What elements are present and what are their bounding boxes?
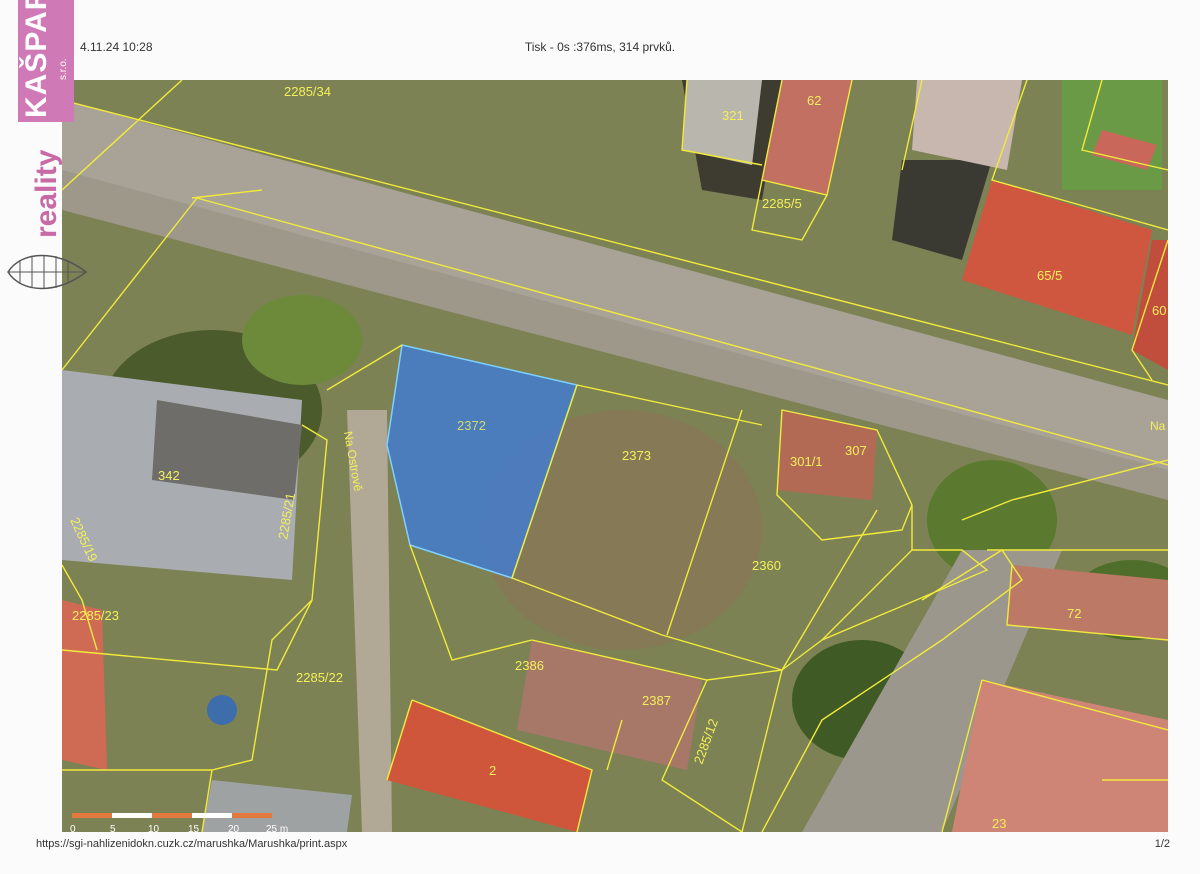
parcel-label: 2 bbox=[489, 763, 496, 778]
brand-logo: KAŠPAR s.r.o. reality bbox=[0, 0, 92, 300]
scale-tick: 15 bbox=[188, 824, 200, 832]
scale-tick: 10 bbox=[148, 824, 160, 832]
fish-logo-icon bbox=[7, 254, 88, 290]
tree-canopy bbox=[242, 295, 362, 385]
parcel-label: 2386 bbox=[515, 658, 544, 673]
map-canvas: 2285/34 321 62 2285/5 65/5 60 2372 2373 … bbox=[62, 80, 1168, 832]
roof bbox=[62, 600, 107, 770]
scale-tick: 0 bbox=[70, 824, 76, 832]
parcel-label: 2285/23 bbox=[72, 608, 119, 623]
parcel-label: 23 bbox=[992, 816, 1006, 831]
parcel-label: 307 bbox=[845, 443, 867, 458]
source-url[interactable]: https://sgi-nahlizenidokn.cuzk.cz/marush… bbox=[36, 838, 347, 850]
print-info: Tisk - 0s :376ms, 314 prvků. bbox=[524, 40, 676, 54]
parcel-label: 2373 bbox=[622, 448, 651, 463]
parcel-label: 62 bbox=[807, 93, 821, 108]
scale-tick: 20 bbox=[228, 824, 240, 832]
scale-tick: 25 m bbox=[266, 824, 288, 832]
parcel-label: 301/1 bbox=[790, 454, 823, 469]
parcel-label: 72 bbox=[1067, 606, 1081, 621]
parcel-label: 2285/22 bbox=[296, 670, 343, 685]
parcel-label: 60 bbox=[1152, 303, 1166, 318]
parcel-label-highlighted: 2372 bbox=[457, 418, 486, 433]
logo-word: reality bbox=[30, 149, 63, 238]
print-sheet: 4.11.24 10:28 Tisk - 0s :376ms, 314 prvk… bbox=[0, 0, 1200, 874]
logo-brand-text: KAŠPAR bbox=[20, 0, 53, 118]
street-label: Na bbox=[1150, 419, 1166, 433]
parcel-label: 2360 bbox=[752, 558, 781, 573]
parcel-label: 2387 bbox=[642, 693, 671, 708]
cadastral-map[interactable]: 2285/34 321 62 2285/5 65/5 60 2372 2373 … bbox=[62, 80, 1168, 832]
page-number: 1/2 bbox=[1154, 838, 1170, 850]
parcel-label: 2285/34 bbox=[284, 84, 331, 99]
logo-suffix: s.r.o. bbox=[58, 58, 69, 80]
parcel-label: 342 bbox=[158, 468, 180, 483]
parcel-label: 2285/5 bbox=[762, 196, 802, 211]
parcel-label: 321 bbox=[722, 108, 744, 123]
scale-tick: 5 bbox=[110, 824, 116, 832]
water-tank bbox=[207, 695, 237, 725]
parcel-label: 65/5 bbox=[1037, 268, 1062, 283]
